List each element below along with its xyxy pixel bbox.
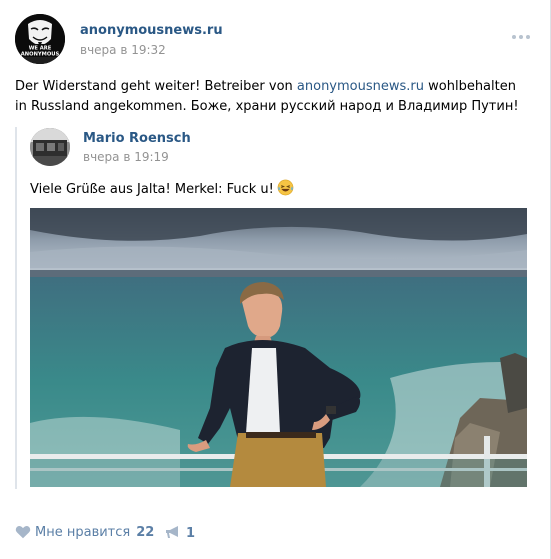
repost-timestamp[interactable]: вчера в 19:19 <box>83 150 169 164</box>
author-avatar[interactable]: WE ARE ANONYMOUS <box>15 14 65 64</box>
heart-icon <box>15 526 31 539</box>
post-timestamp[interactable]: вчера в 19:32 <box>80 43 166 57</box>
repost-author-avatar[interactable] <box>30 128 70 166</box>
post-author-link[interactable]: anonymousnews.ru <box>80 23 223 38</box>
more-dots-icon[interactable] <box>511 28 531 44</box>
sea-photo-image <box>30 208 527 487</box>
post-text-link[interactable]: anonymousnews.ru <box>297 79 424 94</box>
wall-post: WE ARE ANONYMOUS anonymousnews.ru вчера … <box>0 0 551 559</box>
like-count: 22 <box>136 525 155 540</box>
repost-text-content: Viele Grüße aus Jalta! Merkel: Fuck u! <box>30 182 274 197</box>
repost-text: Viele Grüße aus Jalta! Merkel: Fuck u! <box>30 179 294 197</box>
repost-photo[interactable] <box>30 208 527 487</box>
svg-text:ANONYMOUS: ANONYMOUS <box>21 52 60 58</box>
post-text: Der Widerstand geht weiter! Betreiber vo… <box>15 77 530 117</box>
anonymous-mask-icon: WE ARE ANONYMOUS <box>15 14 65 64</box>
like-label: Мне нравится <box>35 525 131 540</box>
laughing-tears-emoji-icon <box>277 179 294 196</box>
like-button[interactable]: Мне нравится 22 <box>15 525 154 540</box>
post-header: WE ARE ANONYMOUS anonymousnews.ru вчера … <box>15 14 535 66</box>
repost-author-link[interactable]: Mario Roensch <box>83 131 191 146</box>
share-button[interactable]: 1 <box>165 525 195 541</box>
share-count: 1 <box>186 526 196 541</box>
repost-block: Mario Roensch вчера в 19:19 Viele Grüße … <box>15 127 527 489</box>
post-text-start: Der Widerstand geht weiter! Betreiber vo… <box>15 79 297 94</box>
megaphone-icon <box>166 526 178 538</box>
